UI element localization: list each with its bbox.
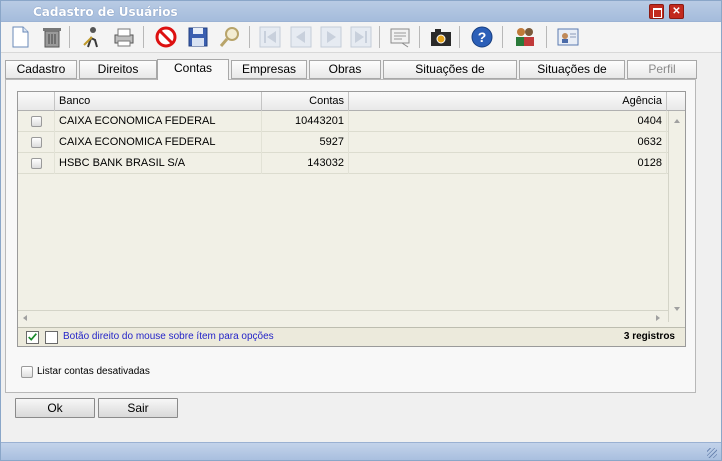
- grid-footer: Botão direito do mouse sobre ítem para o…: [18, 327, 685, 346]
- row-checkbox[interactable]: [31, 158, 42, 169]
- header-agencia[interactable]: Agência: [349, 92, 667, 111]
- deselect-checkbox[interactable]: [45, 331, 58, 344]
- table-row[interactable]: CAIXA ECONOMICA FEDERAL 5927 0632: [18, 132, 668, 153]
- help-icon[interactable]: ?: [469, 24, 495, 50]
- cell-contas: 5927: [262, 132, 349, 153]
- accounts-grid: Banco Contas Agência CAIXA ECONOMICA FED…: [17, 91, 686, 347]
- grid-header: Banco Contas Agência: [18, 92, 685, 111]
- cell-agencia: 0632: [349, 132, 667, 153]
- tab-cadastro[interactable]: Cadastro: [5, 60, 77, 79]
- scroll-right-icon[interactable]: [656, 315, 660, 321]
- select-all-checkbox[interactable]: [26, 331, 39, 344]
- cell-banco: CAIXA ECONOMICA FEDERAL: [55, 132, 262, 153]
- edit-user-icon[interactable]: [79, 24, 105, 50]
- scroll-down-icon[interactable]: [674, 307, 680, 311]
- cancel-icon[interactable]: [153, 24, 179, 50]
- table-row[interactable]: CAIXA ECONOMICA FEDERAL 10443201 0404: [18, 111, 668, 132]
- last-record-icon[interactable]: [348, 24, 374, 50]
- show-inactive-checkbox[interactable]: [21, 366, 33, 378]
- cell-agencia: 0404: [349, 111, 667, 132]
- row-checkbox[interactable]: [31, 116, 42, 127]
- cell-contas: 10443201: [262, 111, 349, 132]
- cell-agencia: 0128: [349, 153, 667, 174]
- status-bar: [1, 442, 721, 460]
- notes-icon[interactable]: [387, 24, 413, 50]
- cell-banco: HSBC BANK BRASIL S/A: [55, 153, 262, 174]
- cell-banco: CAIXA ECONOMICA FEDERAL: [55, 111, 262, 132]
- next-record-icon[interactable]: [318, 24, 344, 50]
- title-bar[interactable]: Cadastro de Usuários ✕: [1, 1, 721, 22]
- row-select-cell: [18, 132, 55, 153]
- tab-perfil: Perfil: [627, 60, 697, 79]
- first-record-icon[interactable]: [257, 24, 283, 50]
- svg-text:?: ?: [478, 29, 487, 45]
- table-row[interactable]: HSBC BANK BRASIL S/A 143032 0128: [18, 153, 668, 174]
- ok-button[interactable]: Ok: [15, 398, 95, 418]
- camera-icon[interactable]: [428, 24, 454, 50]
- users-group-icon[interactable]: [512, 24, 538, 50]
- contas-panel: Banco Contas Agência CAIXA ECONOMICA FED…: [5, 79, 696, 393]
- user-card-icon[interactable]: [555, 24, 581, 50]
- tab-direitos[interactable]: Direitos: [79, 60, 157, 79]
- exit-button[interactable]: Sair: [98, 398, 178, 418]
- resize-grip-icon[interactable]: [707, 448, 717, 458]
- cell-contas: 143032: [262, 153, 349, 174]
- printer-icon[interactable]: [111, 24, 137, 50]
- trash-icon[interactable]: [39, 24, 65, 50]
- close-button[interactable]: ✕: [669, 4, 684, 19]
- toolbar: ?: [1, 22, 721, 53]
- tab-situacoes-atendimento[interactable]: Situações de atendimento: [383, 60, 517, 93]
- vertical-scrollbar[interactable]: [668, 111, 685, 322]
- footer-hint: Botão direito do mouse sobre ítem para o…: [63, 331, 274, 342]
- tab-strip: Cadastro Direitos Contas Empresas Obras …: [5, 59, 717, 93]
- horizontal-scrollbar[interactable]: [18, 310, 668, 326]
- row-select-cell: [18, 111, 55, 132]
- tab-empresas[interactable]: Empresas: [231, 60, 307, 79]
- window-title: Cadastro de Usuários: [33, 5, 178, 19]
- header-banco[interactable]: Banco: [55, 92, 262, 111]
- previous-record-icon[interactable]: [288, 24, 314, 50]
- scroll-left-icon[interactable]: [23, 315, 27, 321]
- row-select-cell: [18, 153, 55, 174]
- new-document-icon[interactable]: [7, 24, 33, 50]
- scroll-up-icon[interactable]: [674, 119, 680, 123]
- row-checkbox[interactable]: [31, 137, 42, 148]
- tab-contas[interactable]: Contas: [157, 59, 229, 80]
- tab-obras[interactable]: Obras: [309, 60, 381, 79]
- record-count: 3 registros: [623, 331, 675, 342]
- save-icon[interactable]: [185, 24, 211, 50]
- header-contas[interactable]: Contas: [262, 92, 349, 111]
- maximize-button[interactable]: [649, 4, 664, 19]
- tab-situacoes-venda[interactable]: Situações de venda: [519, 60, 625, 93]
- header-select: [18, 92, 55, 111]
- show-inactive-label: Listar contas desativadas: [37, 366, 150, 377]
- user-registration-window: Cadastro de Usuários ✕ ? Cadastro Direit…: [0, 0, 722, 461]
- search-icon[interactable]: [217, 24, 243, 50]
- checkmark-icon: [28, 333, 37, 341]
